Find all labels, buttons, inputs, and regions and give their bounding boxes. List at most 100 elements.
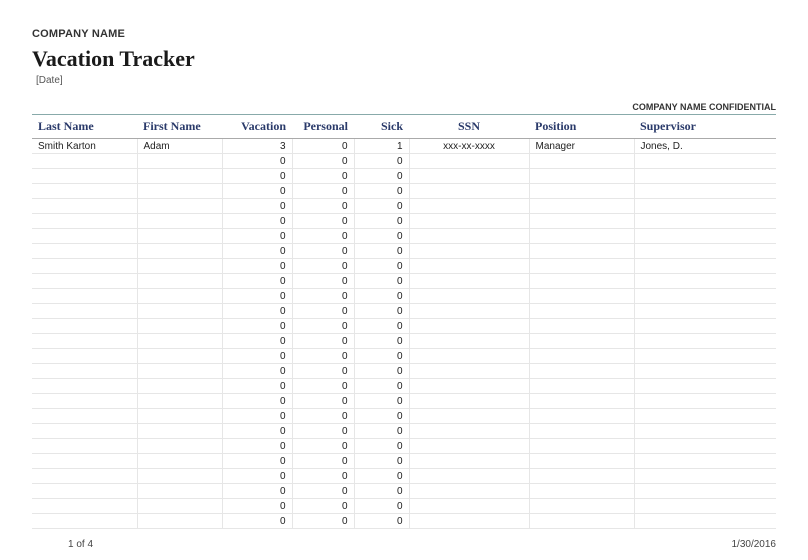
cell-supervisor [634, 409, 776, 424]
cell-supervisor [634, 424, 776, 439]
cell-supervisor [634, 394, 776, 409]
cell-position [529, 274, 634, 289]
cell-last-name [32, 319, 137, 334]
cell-ssn [409, 199, 529, 214]
cell-last-name [32, 364, 137, 379]
cell-position [529, 439, 634, 454]
cell-position [529, 259, 634, 274]
cell-vacation: 0 [222, 169, 292, 184]
table-row: 000 [32, 274, 776, 289]
cell-first-name [137, 199, 222, 214]
cell-first-name [137, 499, 222, 514]
cell-personal: 0 [292, 289, 354, 304]
cell-sick: 0 [354, 199, 409, 214]
cell-first-name [137, 454, 222, 469]
cell-first-name [137, 289, 222, 304]
cell-supervisor [634, 319, 776, 334]
table-header-row: Last Name First Name Vacation Personal S… [32, 115, 776, 139]
cell-last-name [32, 244, 137, 259]
cell-ssn [409, 349, 529, 364]
cell-position [529, 154, 634, 169]
cell-personal: 0 [292, 169, 354, 184]
cell-supervisor [634, 499, 776, 514]
cell-first-name [137, 394, 222, 409]
cell-personal: 0 [292, 484, 354, 499]
cell-vacation: 0 [222, 379, 292, 394]
cell-position [529, 409, 634, 424]
cell-first-name [137, 379, 222, 394]
cell-first-name [137, 364, 222, 379]
cell-personal: 0 [292, 499, 354, 514]
cell-sick: 0 [354, 364, 409, 379]
footer-date: 1/30/2016 [732, 539, 777, 550]
cell-vacation: 0 [222, 484, 292, 499]
cell-last-name [32, 379, 137, 394]
cell-sick: 0 [354, 499, 409, 514]
cell-ssn [409, 289, 529, 304]
cell-last-name [32, 454, 137, 469]
cell-vacation: 0 [222, 304, 292, 319]
cell-position [529, 364, 634, 379]
cell-position [529, 214, 634, 229]
cell-last-name [32, 394, 137, 409]
cell-first-name [137, 274, 222, 289]
cell-ssn [409, 424, 529, 439]
table-row: 000 [32, 319, 776, 334]
cell-position [529, 289, 634, 304]
cell-supervisor [634, 379, 776, 394]
cell-supervisor [634, 229, 776, 244]
table-row: 000 [32, 364, 776, 379]
cell-vacation: 0 [222, 319, 292, 334]
cell-personal: 0 [292, 199, 354, 214]
cell-position [529, 394, 634, 409]
cell-position: Manager [529, 139, 634, 154]
cell-first-name [137, 229, 222, 244]
col-personal: Personal [292, 115, 354, 139]
page-footer: 1 of 4 1/30/2016 [32, 539, 776, 550]
cell-sick: 0 [354, 319, 409, 334]
cell-personal: 0 [292, 394, 354, 409]
cell-personal: 0 [292, 184, 354, 199]
cell-last-name [32, 304, 137, 319]
cell-ssn [409, 154, 529, 169]
cell-position [529, 229, 634, 244]
cell-sick: 0 [354, 334, 409, 349]
cell-first-name [137, 349, 222, 364]
cell-position [529, 199, 634, 214]
confidential-label: COMPANY NAME CONFIDENTIAL [32, 102, 776, 114]
cell-first-name [137, 244, 222, 259]
table-row: 000 [32, 484, 776, 499]
cell-ssn [409, 229, 529, 244]
cell-last-name [32, 259, 137, 274]
cell-sick: 0 [354, 214, 409, 229]
cell-personal: 0 [292, 244, 354, 259]
table-row: 000 [32, 229, 776, 244]
table-row: 000 [32, 499, 776, 514]
cell-personal: 0 [292, 349, 354, 364]
cell-ssn [409, 484, 529, 499]
cell-vacation: 0 [222, 469, 292, 484]
cell-personal: 0 [292, 454, 354, 469]
cell-last-name [32, 184, 137, 199]
cell-personal: 0 [292, 319, 354, 334]
cell-supervisor [634, 289, 776, 304]
cell-vacation: 0 [222, 394, 292, 409]
cell-first-name [137, 319, 222, 334]
cell-supervisor [634, 454, 776, 469]
cell-supervisor: Jones, D. [634, 139, 776, 154]
cell-vacation: 0 [222, 364, 292, 379]
cell-supervisor [634, 274, 776, 289]
cell-sick: 0 [354, 169, 409, 184]
col-ssn: SSN [409, 115, 529, 139]
col-supervisor: Supervisor [634, 115, 776, 139]
cell-position [529, 424, 634, 439]
cell-vacation: 0 [222, 439, 292, 454]
table-body: Smith KartonAdam301xxx-xx-xxxxManagerJon… [32, 139, 776, 529]
table-row: 000 [32, 439, 776, 454]
table-row: 000 [32, 379, 776, 394]
cell-vacation: 0 [222, 274, 292, 289]
cell-ssn [409, 304, 529, 319]
cell-last-name [32, 229, 137, 244]
cell-personal: 0 [292, 469, 354, 484]
cell-vacation: 0 [222, 454, 292, 469]
